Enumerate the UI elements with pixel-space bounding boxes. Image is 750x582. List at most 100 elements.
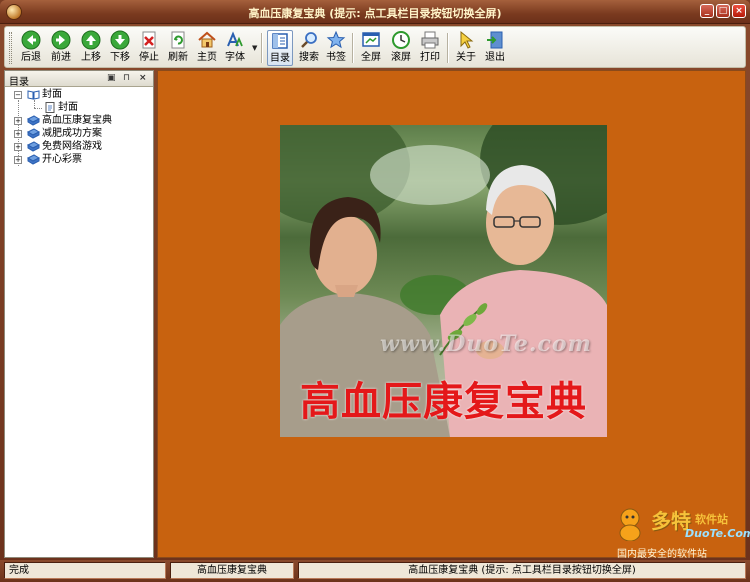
bookmark-button[interactable]: 书签 bbox=[323, 30, 349, 66]
window-title: 高血压康复宝典 (提示: 点工具栏目录按钮切换全屏) bbox=[248, 7, 502, 20]
back-arrow-icon bbox=[21, 30, 41, 50]
open-book-icon bbox=[27, 90, 40, 100]
tree-item-hypertension[interactable]: + 高血压康复宝典 bbox=[5, 114, 153, 127]
tree-item-label: 减肥成功方案 bbox=[42, 128, 102, 139]
minimize-button[interactable]: _ bbox=[700, 4, 714, 18]
maximize-button[interactable]: □ bbox=[716, 4, 730, 18]
up-arrow-icon bbox=[81, 30, 101, 50]
font-label: 字体 bbox=[225, 52, 245, 63]
search-label: 搜索 bbox=[299, 52, 319, 63]
title-bar[interactable]: 高血压康复宝典 (提示: 点工具栏目录按钮切换全屏) _ □ × bbox=[0, 0, 750, 24]
down-arrow-icon bbox=[110, 30, 130, 50]
autoscroll-clock-icon bbox=[392, 31, 410, 49]
expand-icon[interactable]: + bbox=[14, 156, 22, 164]
app-window: 高血压康复宝典 (提示: 点工具栏目录按钮切换全屏) _ □ × 后退 前进 上… bbox=[0, 0, 750, 582]
move-down-button[interactable]: 下移 bbox=[106, 30, 134, 66]
search-icon bbox=[301, 32, 317, 48]
autoscroll-label: 滚屏 bbox=[391, 52, 411, 63]
fullscreen-icon bbox=[362, 32, 380, 47]
stop-icon bbox=[142, 31, 156, 49]
about-button[interactable]: 关于 bbox=[452, 30, 480, 66]
tree-item-label: 高血压康复宝典 bbox=[42, 115, 112, 126]
tree-item-cover-page[interactable]: 封面 bbox=[5, 101, 153, 114]
autoscroll-button[interactable]: 滚屏 bbox=[387, 30, 415, 66]
expand-icon[interactable]: + bbox=[14, 130, 22, 138]
tree-item-label: 开心彩票 bbox=[42, 154, 82, 165]
cover-title: 高血压康复宝典 bbox=[300, 379, 587, 425]
stop-label: 停止 bbox=[139, 52, 159, 63]
tree-item-label: 封面 bbox=[58, 101, 78, 114]
close-button[interactable]: × bbox=[732, 4, 746, 18]
tree-item-label: 免费网络游戏 bbox=[42, 141, 102, 152]
watermark-text: www.DuoTe.com bbox=[380, 331, 592, 357]
toolbar-grip[interactable] bbox=[9, 32, 12, 64]
expand-icon[interactable]: + bbox=[14, 117, 22, 125]
bookmark-label: 书签 bbox=[326, 52, 346, 63]
exit-button[interactable]: 退出 bbox=[481, 30, 509, 66]
book-icon bbox=[27, 128, 40, 139]
toolbar: 后退 前进 上移 下移 停止 刷新 主页 字体 ▼ 目录 搜索 书签 全屏 滚屏… bbox=[4, 26, 746, 68]
toolbar-separator bbox=[352, 33, 354, 63]
forward-button[interactable]: 前进 bbox=[47, 30, 75, 66]
contents-panel: 目录 ▣ ⊓ × − 封面 封面 + 高血压康复宝典 + 减肥成功方案 + 免费… bbox=[4, 70, 154, 558]
contents-panel-title: 目录 bbox=[9, 77, 29, 88]
contents-label: 目录 bbox=[270, 53, 290, 64]
corner-logo: 多特 软件站 DuoTe.Com 国内最安全的软件站 bbox=[613, 503, 750, 560]
move-up-button[interactable]: 上移 bbox=[77, 30, 105, 66]
cover-image: www.DuoTe.com 高血压康复宝典 bbox=[280, 125, 607, 437]
panel-pin-icon[interactable]: ⊓ bbox=[123, 73, 130, 84]
book-icon bbox=[27, 154, 40, 165]
tree-item-cover-root[interactable]: − 封面 bbox=[5, 88, 153, 101]
bookmark-star-icon bbox=[326, 30, 346, 49]
logo-brand-suffix: 软件站 bbox=[695, 513, 728, 526]
contents-panel-header: 目录 ▣ ⊓ × bbox=[5, 71, 153, 88]
status-hint: 高血压康复宝典 (提示: 点工具栏目录按钮切换全屏) bbox=[298, 562, 746, 579]
book-icon bbox=[27, 115, 40, 126]
fullscreen-label: 全屏 bbox=[361, 52, 381, 63]
panel-float-icon[interactable]: ▣ bbox=[107, 73, 116, 84]
refresh-button[interactable]: 刷新 bbox=[164, 30, 192, 66]
tree-item-label: 封面 bbox=[42, 89, 62, 100]
move-up-label: 上移 bbox=[81, 52, 101, 63]
refresh-icon bbox=[171, 31, 185, 49]
status-state: 完成 bbox=[4, 562, 166, 579]
status-book-title: 高血压康复宝典 bbox=[170, 562, 294, 579]
contents-tree: − 封面 封面 + 高血压康复宝典 + 减肥成功方案 + 免费网络游戏 + 开心… bbox=[5, 88, 153, 166]
toolbar-separator bbox=[447, 33, 449, 63]
printer-icon bbox=[421, 31, 439, 49]
tree-item-lottery[interactable]: + 开心彩票 bbox=[5, 153, 153, 166]
font-dropdown-arrow[interactable]: ▼ bbox=[252, 44, 257, 52]
collapse-icon[interactable]: − bbox=[14, 91, 22, 99]
exit-door-icon bbox=[487, 31, 503, 49]
back-button[interactable]: 后退 bbox=[17, 30, 45, 66]
print-button[interactable]: 打印 bbox=[416, 30, 444, 66]
expand-icon[interactable]: + bbox=[14, 143, 22, 151]
status-bar: 完成 高血压康复宝典 高血压康复宝典 (提示: 点工具栏目录按钮切换全屏) bbox=[0, 560, 750, 582]
fullscreen-button[interactable]: 全屏 bbox=[357, 30, 385, 66]
about-cursor-icon bbox=[460, 30, 474, 49]
forward-label: 前进 bbox=[51, 52, 71, 63]
home-icon bbox=[198, 31, 216, 48]
font-button[interactable]: 字体 bbox=[221, 30, 249, 66]
book-icon bbox=[27, 141, 40, 152]
home-label: 主页 bbox=[197, 52, 217, 63]
stop-button[interactable]: 停止 bbox=[135, 30, 163, 66]
mascot-icon bbox=[619, 508, 641, 541]
home-button[interactable]: 主页 bbox=[193, 30, 221, 66]
contents-button[interactable]: 目录 bbox=[267, 30, 293, 66]
contents-icon bbox=[272, 33, 288, 49]
about-label: 关于 bbox=[456, 52, 476, 63]
toolbar-separator bbox=[261, 33, 263, 63]
logo-url: DuoTe.Com bbox=[685, 527, 750, 540]
print-label: 打印 bbox=[420, 52, 440, 63]
forward-arrow-icon bbox=[51, 30, 71, 50]
back-label: 后退 bbox=[21, 52, 41, 63]
search-button[interactable]: 搜索 bbox=[296, 30, 322, 66]
refresh-label: 刷新 bbox=[168, 52, 188, 63]
logo-slogan: 国内最安全的软件站 bbox=[617, 549, 707, 560]
content-pane[interactable]: www.DuoTe.com 高血压康复宝典 多特 软件站 DuoTe.Com 国… bbox=[157, 70, 750, 560]
exit-label: 退出 bbox=[485, 52, 505, 63]
tree-item-weight-loss[interactable]: + 减肥成功方案 bbox=[5, 127, 153, 140]
panel-close-icon[interactable]: × bbox=[139, 73, 147, 84]
tree-item-online-games[interactable]: + 免费网络游戏 bbox=[5, 140, 153, 153]
